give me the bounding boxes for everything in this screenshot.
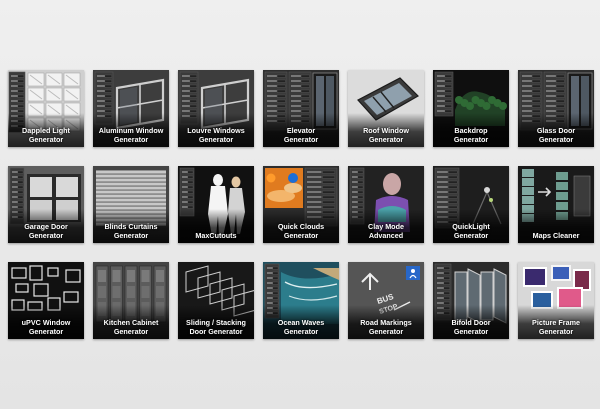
product-title-line: Generator [28, 231, 64, 240]
product-title: Quick Clouds Generator [264, 222, 338, 240]
product-tile-louvre-windows-generator[interactable]: Louvre Windows Generator [178, 70, 254, 147]
product-tile-ocean-waves-generator[interactable]: Ocean Waves Generator [263, 262, 339, 339]
product-title-line: Generator [28, 327, 64, 336]
product-title-line: Generator [453, 231, 489, 240]
product-title-line: Quick Clouds [277, 222, 325, 231]
product-tile-backdrop-generator[interactable]: Backdrop Generator [433, 70, 509, 147]
product-title-line: Ocean Waves [277, 318, 325, 327]
product-title-line: Generator [198, 135, 234, 144]
product-title-line: Bifold Door [451, 318, 491, 327]
product-tile-elevator-generator[interactable]: Elevator Generator [263, 70, 339, 147]
product-title-line: Generator [283, 135, 319, 144]
product-tile-quick-clouds-generator[interactable]: Quick Clouds Generator [263, 166, 339, 243]
product-tile-sliding-stacking-door-generator[interactable]: Sliding / Stacking Door Generator [178, 262, 254, 339]
product-tile-maxcutouts[interactable]: MaxCutouts [178, 166, 254, 243]
product-title-line: Advanced [368, 231, 404, 240]
product-title: Aluminum Window Generator [94, 126, 168, 144]
product-title-line: Elevator [286, 126, 316, 135]
product-title: Roof Window Generator [349, 126, 423, 144]
product-title-line: Clay Mode [368, 222, 404, 231]
product-title-line: Glass Door [536, 126, 576, 135]
product-title: Maps Cleaner [519, 231, 593, 240]
product-tile-maps-cleaner[interactable]: Maps Cleaner [518, 166, 594, 243]
product-title-line: Generator [453, 327, 489, 336]
product-title: Kitchen Cabinet Generator [94, 318, 168, 336]
product-title: Garage Door Generator [9, 222, 83, 240]
product-title-line: Maps Cleaner [532, 231, 580, 240]
product-title-line: Blinds Curtains [104, 222, 158, 231]
product-title-line: Road Markings [360, 318, 412, 327]
product-title-line: QuickLight [452, 222, 490, 231]
product-tile-picture-frame-generator[interactable]: Picture Frame Generator [518, 262, 594, 339]
product-title: uPVC Window Generator [9, 318, 83, 336]
product-title-line: Generator [538, 135, 574, 144]
product-tile-quicklight-generator[interactable]: QuickLight Generator [433, 166, 509, 243]
product-title-line: uPVC Window [21, 318, 71, 327]
product-title-line: Aluminum Window [98, 126, 164, 135]
product-title: Road Markings Generator [349, 318, 423, 336]
product-tile-aluminum-window-generator[interactable]: Aluminum Window Generator [93, 70, 169, 147]
product-tile-roof-window-generator[interactable]: Roof Window Generator [348, 70, 424, 147]
product-title: Bifold Door Generator [434, 318, 508, 336]
product-title-line: MaxCutouts [195, 231, 237, 240]
product-title-line: Picture Frame [532, 318, 580, 327]
product-title: Blinds Curtains Generator [94, 222, 168, 240]
product-title: MaxCutouts [179, 231, 253, 240]
product-tile-road-markings-generator[interactable]: BUSSTOPRoad MarkingsGenerator [348, 262, 424, 339]
product-title-line: Dappled Light [22, 126, 70, 135]
product-title: Clay Mode Advanced [349, 222, 423, 240]
product-title-line: Generator [368, 327, 404, 336]
product-tile-upvc-window-generator[interactable]: uPVC Window Generator [8, 262, 84, 339]
product-showcase: Dappled Light Generator Aluminum Window Gen… [0, 0, 600, 409]
product-tile-glass-door-generator[interactable]: Glass Door Generator [518, 70, 594, 147]
product-title: Ocean Waves Generator [264, 318, 338, 336]
product-tile-kitchen-cabinet-generator[interactable]: Kitchen Cabinet Generator [93, 262, 169, 339]
product-title-line: Louvre Windows [187, 126, 245, 135]
product-title: QuickLight Generator [434, 222, 508, 240]
product-title-line: Generator [113, 135, 149, 144]
product-title-line: Generator [283, 231, 319, 240]
product-tile-bifold-door-generator[interactable]: Bifold Door Generator [433, 262, 509, 339]
product-title: Dappled Light Generator [9, 126, 83, 144]
product-title-line: Generator [283, 327, 319, 336]
product-title-line: Sliding / Stacking [186, 318, 246, 327]
product-tile-blinds-curtains-generator[interactable]: Blinds Curtains Generator [93, 166, 169, 243]
product-title-line: Garage Door [24, 222, 68, 231]
product-tile-clay-mode-advanced[interactable]: Clay Mode Advanced [348, 166, 424, 243]
product-title-line: Generator [113, 231, 149, 240]
product-tile-garage-door-generator[interactable]: Garage Door Generator [8, 166, 84, 243]
product-title-line: Kitchen Cabinet [103, 318, 159, 327]
product-title-line: Generator [28, 135, 64, 144]
product-tile-dappled-light-generator[interactable]: Dappled Light Generator [8, 70, 84, 147]
product-title: Glass Door Generator [519, 126, 593, 144]
product-title: Elevator Generator [264, 126, 338, 144]
product-title-line: Door Generator [189, 327, 243, 336]
product-title-line: Generator [453, 135, 489, 144]
product-title-line: Generator [538, 327, 574, 336]
product-grid: Dappled Light Generator Aluminum Window Gen… [8, 70, 596, 340]
product-title-line: Roof Window [363, 126, 409, 135]
product-title: Sliding / Stacking Door Generator [179, 318, 253, 336]
product-title-line: Backdrop [454, 126, 488, 135]
product-title: Picture Frame Generator [519, 318, 593, 336]
product-title: Louvre Windows Generator [179, 126, 253, 144]
product-title: Backdrop Generator [434, 126, 508, 144]
product-title-line: Generator [113, 327, 149, 336]
product-title-line: Generator [368, 135, 404, 144]
